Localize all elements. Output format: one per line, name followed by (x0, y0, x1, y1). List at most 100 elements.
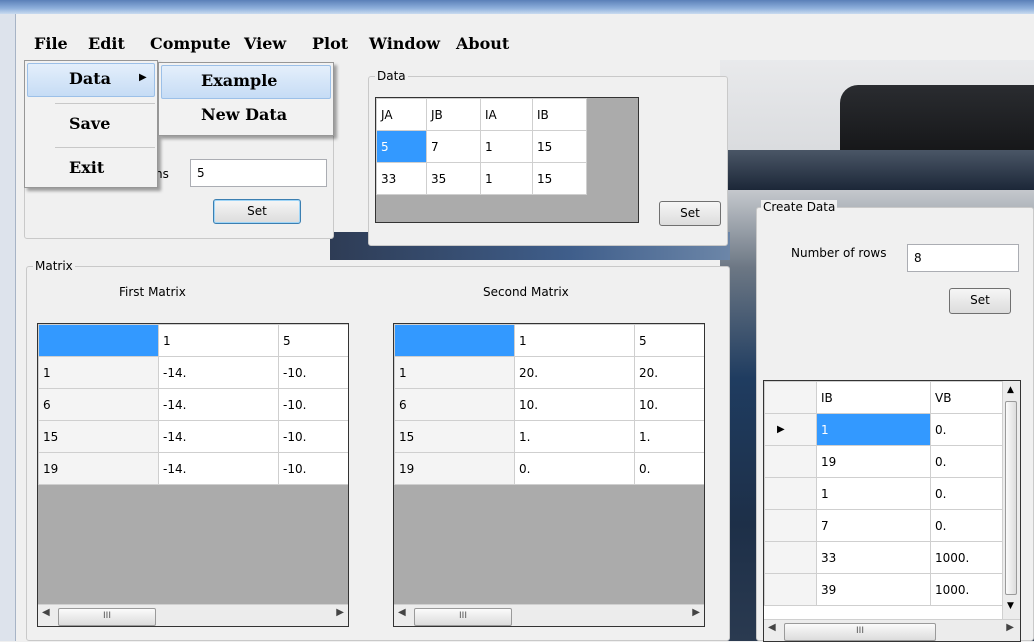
grid-cell[interactable]: -14. (158, 388, 279, 421)
scroll-left-icon[interactable]: ◀ (768, 622, 776, 633)
menu-file[interactable]: File (34, 34, 68, 53)
grid-cell[interactable]: 35 (426, 162, 481, 195)
column-header[interactable]: VB (930, 381, 1003, 414)
grid-cell[interactable]: 1000. (930, 573, 1003, 606)
table-row[interactable]: 33 1000. (764, 541, 1003, 574)
data-set-button[interactable]: Set (659, 201, 721, 226)
column-header[interactable] (394, 324, 515, 357)
row-header[interactable] (764, 509, 817, 542)
grid-cell[interactable]: 10. (634, 388, 704, 421)
number-of-rows-input[interactable]: 8 (907, 244, 1019, 272)
grid-cell[interactable]: 0. (930, 445, 1003, 478)
grid-cell[interactable]: 39 (816, 573, 931, 606)
grid-cell[interactable]: 5 (376, 130, 427, 163)
column-header[interactable]: 1 (158, 324, 279, 357)
table-row[interactable]: 1 20. 20. (394, 356, 704, 389)
grid-cell[interactable]: 1000. (930, 541, 1003, 574)
vscroll-thumb[interactable] (1005, 401, 1017, 595)
column-header[interactable]: IA (480, 98, 533, 131)
table-row[interactable]: 5 7 1 15 (376, 130, 587, 163)
row-header[interactable]: ▶ (764, 413, 817, 446)
scroll-left-icon[interactable]: ◀ (398, 607, 406, 618)
row-header[interactable]: 6 (394, 388, 515, 421)
grid-cell[interactable]: -10. (278, 452, 348, 485)
grid-cell[interactable]: -10. (278, 420, 348, 453)
grid-cell[interactable]: -10. (278, 388, 348, 421)
row-header[interactable]: 19 (38, 452, 159, 485)
scroll-thumb[interactable]: III (784, 623, 936, 641)
first-matrix-hscroll[interactable]: ◀ III ▶ (38, 604, 348, 626)
row-header[interactable]: 1 (394, 356, 515, 389)
grid-cell[interactable]: 7 (816, 509, 931, 542)
scroll-thumb[interactable]: III (58, 608, 156, 626)
menu-edit[interactable]: Edit (88, 34, 125, 53)
table-row[interactable]: 15 1. 1. (394, 420, 704, 453)
grid-cell[interactable]: 1. (514, 420, 635, 453)
grid-cell[interactable]: 1 (480, 130, 533, 163)
create-grid-hscroll[interactable]: ◀ III ▶ (764, 619, 1020, 641)
grid-cell[interactable]: -14. (158, 356, 279, 389)
scroll-up-icon[interactable]: ▲ (1007, 385, 1014, 395)
grid-cell[interactable]: 20. (634, 356, 704, 389)
table-row[interactable]: 6 10. 10. (394, 388, 704, 421)
grid-cell[interactable]: 1 (816, 413, 931, 446)
grid-cell[interactable]: 15 (532, 130, 587, 163)
create-grid-vscroll[interactable]: ▲ ▼ (1002, 381, 1020, 619)
columns-set-button[interactable]: Set (213, 199, 301, 224)
file-menu-save[interactable]: Save (69, 114, 110, 133)
table-row[interactable]: 33 35 1 15 (376, 162, 587, 195)
scroll-left-icon[interactable]: ◀ (42, 607, 50, 618)
grid-cell[interactable]: 0. (930, 509, 1003, 542)
table-row[interactable]: 39 1000. (764, 573, 1003, 606)
scroll-right-icon[interactable]: ▶ (1006, 622, 1014, 633)
scroll-down-icon[interactable]: ▼ (1007, 601, 1014, 611)
table-row[interactable]: 15 -14. -10. (38, 420, 348, 453)
grid-cell[interactable]: 1. (634, 420, 704, 453)
scroll-right-icon[interactable]: ▶ (692, 607, 700, 618)
grid-cell[interactable]: -10. (278, 356, 348, 389)
grid-cell[interactable]: 19 (816, 445, 931, 478)
row-header[interactable]: 15 (38, 420, 159, 453)
table-row[interactable]: 1 -14. -10. (38, 356, 348, 389)
grid-cell[interactable]: -14. (158, 420, 279, 453)
row-header[interactable] (764, 477, 817, 510)
create-data-grid[interactable]: IB VB ▶ 1 0. 19 0. 1 0. 7 0. 33 1000. 39 1000. ▲ ▼ ◀ I… (763, 380, 1021, 642)
scroll-right-icon[interactable]: ▶ (336, 607, 344, 618)
table-row[interactable]: 6 -14. -10. (38, 388, 348, 421)
menu-compute[interactable]: Compute (150, 34, 231, 53)
table-row[interactable]: 19 -14. -10. (38, 452, 348, 485)
menu-plot[interactable]: Plot (312, 34, 348, 53)
row-header[interactable] (764, 573, 817, 606)
row-header[interactable] (764, 445, 817, 478)
grid-cell[interactable]: 0. (930, 413, 1003, 446)
column-header[interactable]: 5 (634, 324, 704, 357)
submenu-new-data[interactable]: New Data (201, 105, 287, 124)
row-header[interactable]: 15 (394, 420, 515, 453)
file-menu-exit[interactable]: Exit (69, 158, 104, 177)
table-row[interactable]: 19 0. 0. (394, 452, 704, 485)
submenu-example[interactable]: Example (201, 71, 277, 90)
grid-cell[interactable]: 20. (514, 356, 635, 389)
column-header[interactable]: IB (532, 98, 587, 131)
scroll-thumb[interactable]: III (414, 608, 512, 626)
menu-view[interactable]: View (244, 34, 286, 53)
grid-cell[interactable]: 15 (532, 162, 587, 195)
table-row[interactable]: 1 0. (764, 477, 1003, 510)
menu-about[interactable]: About (456, 34, 509, 53)
row-header-corner[interactable] (764, 381, 817, 414)
grid-cell[interactable]: 0. (634, 452, 704, 485)
first-matrix-grid[interactable]: 1 5 1 -14. -10. 6 -14. -10. 15 -14. -10. 19 -14. -10.… (37, 323, 349, 627)
second-matrix-grid[interactable]: 1 5 1 20. 20. 6 10. 10. 15 1. 1. 19 0. 0. ◀ III ▶ (393, 323, 705, 627)
menu-window[interactable]: Window (369, 34, 440, 53)
column-header[interactable] (38, 324, 159, 357)
row-header[interactable] (764, 541, 817, 574)
grid-cell[interactable]: 1 (480, 162, 533, 195)
grid-cell[interactable]: -14. (158, 452, 279, 485)
grid-cell[interactable]: 10. (514, 388, 635, 421)
column-header[interactable]: 5 (278, 324, 348, 357)
grid-cell[interactable]: 1 (816, 477, 931, 510)
row-header[interactable]: 1 (38, 356, 159, 389)
second-matrix-hscroll[interactable]: ◀ III ▶ (394, 604, 704, 626)
column-header[interactable]: JA (376, 98, 427, 131)
column-header[interactable]: IB (816, 381, 931, 414)
